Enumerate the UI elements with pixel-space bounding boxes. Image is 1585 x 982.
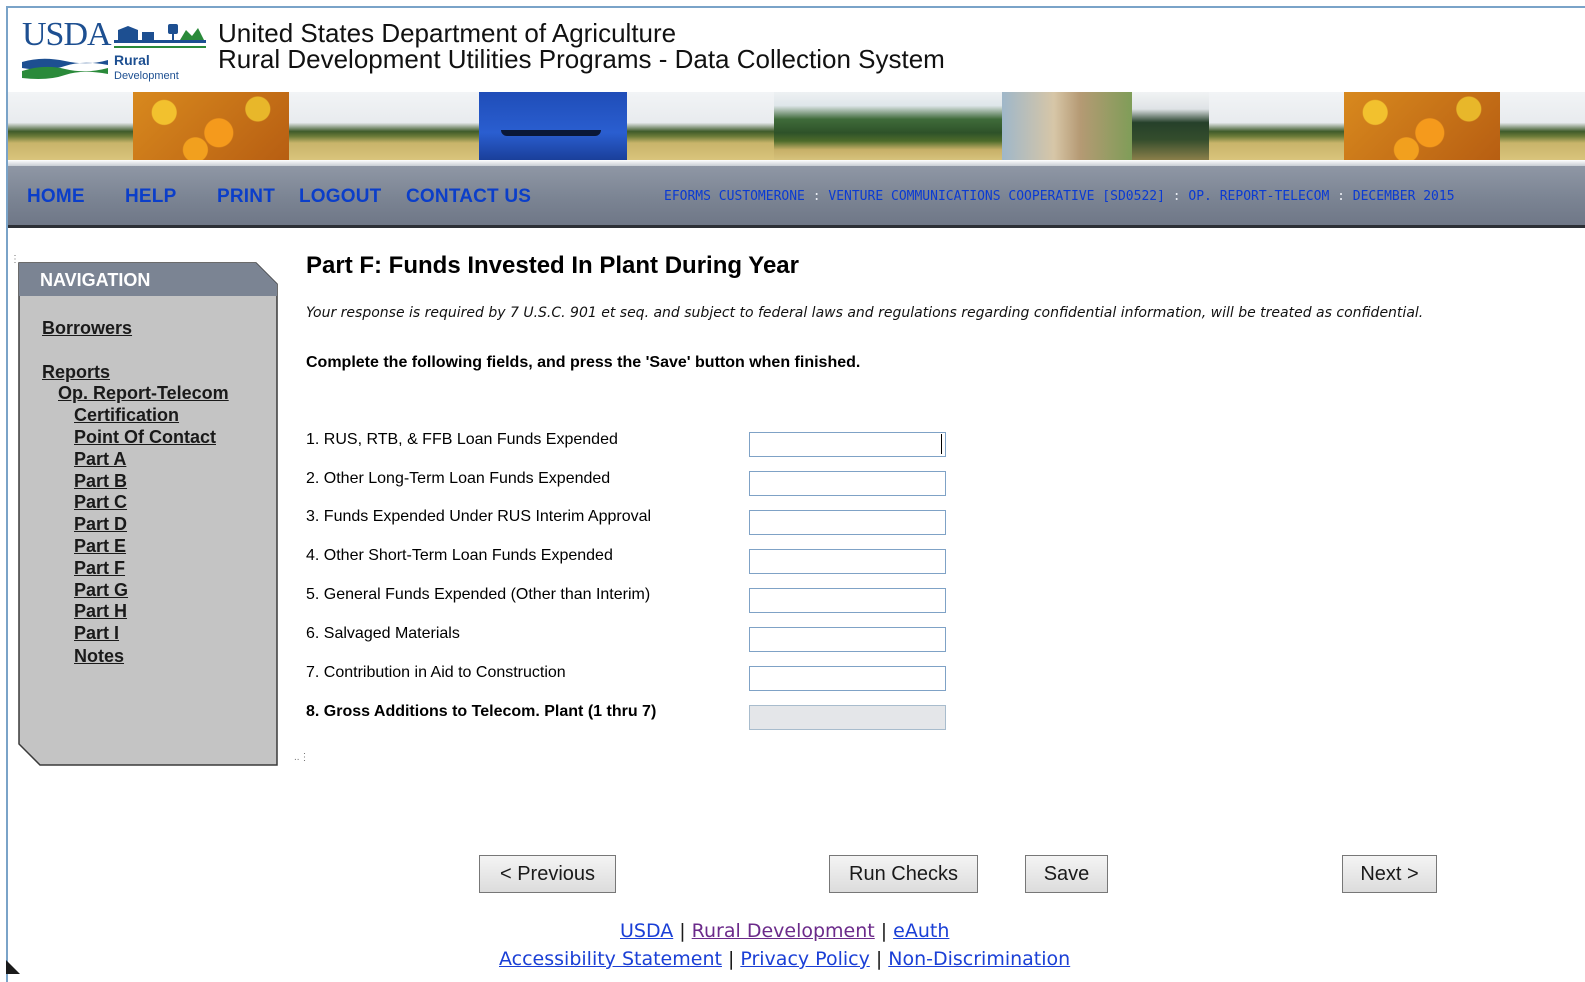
confidentiality-notice: Your response is required by 7 U.S.C. 90… [306, 305, 1424, 321]
sidebar-item-part-a[interactable]: Part A [74, 449, 126, 470]
nav-help-link[interactable]: HELP [125, 186, 176, 208]
sidebar-item-part-h[interactable]: Part H [74, 601, 127, 622]
footer-separator: | [727, 948, 735, 970]
page-title: Part F: Funds Invested In Plant During Y… [306, 252, 799, 279]
banner-photo-farmers [1002, 92, 1132, 160]
footer-usda-link[interactable]: USDA [620, 920, 673, 942]
logo-rural-text: Rural [114, 52, 150, 68]
sidebar-item-notes[interactable]: Notes [74, 646, 124, 667]
breadcrumb-separator: : [1172, 189, 1181, 204]
footer-accessibility-link[interactable]: Accessibility Statement [499, 948, 722, 970]
site-title: United States Department of Agriculture … [218, 20, 945, 72]
footer-separator: | [875, 948, 883, 970]
sidebar-item-part-i[interactable]: Part I [74, 623, 119, 644]
logo-usda-text: USDA [22, 16, 112, 53]
save-button[interactable]: Save [1025, 855, 1108, 893]
site-title-line-1: United States Department of Agriculture [218, 18, 677, 48]
footer-separator: | [880, 920, 888, 942]
gross-additions-total-field [749, 705, 946, 730]
breadcrumb-separator: : [812, 189, 821, 204]
contribution-aid-input[interactable] [749, 666, 946, 691]
sidebar-reports-link[interactable]: Reports [42, 362, 110, 383]
field-label-contribution-aid: 7. Contribution in Aid to Construction [306, 664, 566, 681]
breadcrumb-period[interactable]: DECEMBER 2015 [1353, 189, 1455, 204]
logo-development-text: Development [114, 70, 179, 82]
footer-links-primary: USDA | Rural Development | eAuth [620, 920, 949, 942]
nav-print-link[interactable]: PRINT [217, 186, 275, 208]
breadcrumb-report[interactable]: OP. REPORT-TELECOM [1188, 189, 1329, 204]
site-header: USDA Rural Development United States Dep… [8, 8, 1585, 92]
banner-photo-field [8, 92, 133, 160]
general-funds-input[interactable] [749, 588, 946, 613]
resize-handle[interactable]: ..⋮ [294, 752, 310, 763]
salvaged-materials-input[interactable] [749, 627, 946, 652]
breadcrumb-separator: : [1337, 189, 1345, 204]
field-label-salvaged-materials: 6. Salvaged Materials [306, 625, 460, 642]
sidebar-item-part-g[interactable]: Part G [74, 580, 128, 601]
sidebar-op-report-telecom-link[interactable]: Op. Report-Telecom [58, 383, 229, 404]
banner-photo-lake [479, 92, 627, 160]
sidebar-item-part-c[interactable]: Part C [74, 492, 127, 513]
run-checks-button[interactable]: Run Checks [829, 855, 978, 893]
photo-banner [8, 92, 1585, 160]
long-term-loan-funds-input[interactable] [749, 471, 946, 496]
breadcrumb-organization[interactable]: VENTURE COMMUNICATIONS COOPERATIVE [SD05… [828, 189, 1165, 204]
sidebar-item-part-f[interactable]: Part F [74, 558, 125, 579]
breadcrumb-user[interactable]: EFORMS CUSTOMERONE [664, 189, 805, 204]
sidebar-item-certification[interactable]: Certification [74, 405, 179, 426]
site-title-line-2: Rural Development Utilities Programs - D… [218, 44, 945, 74]
banner-photo-field [1500, 92, 1585, 160]
field-label-interim-approval-funds: 3. Funds Expended Under RUS Interim Appr… [306, 508, 652, 525]
banner-photo-fruit [1344, 92, 1500, 160]
footer-rural-development-link[interactable]: Rural Development [692, 920, 875, 942]
sidebar-item-point-of-contact[interactable]: Point Of Contact [74, 427, 216, 448]
banner-photo-fruit [133, 92, 289, 160]
field-label-short-term-loan-funds: 4. Other Short-Term Loan Funds Expended [306, 547, 613, 564]
sidebar-item-part-d[interactable]: Part D [74, 514, 127, 535]
sidebar-borrowers-link[interactable]: Borrowers [42, 318, 132, 339]
usda-waves-icon [22, 58, 108, 79]
next-button[interactable]: Next > [1342, 855, 1437, 893]
field-label-gross-additions: 8. Gross Additions to Telecom. Plant (1 … [306, 703, 657, 720]
sidebar-item-part-b[interactable]: Part B [74, 471, 127, 492]
previous-button[interactable]: < Previous [479, 855, 616, 893]
sidebar-item-part-e[interactable]: Part E [74, 536, 126, 557]
top-nav-bar: HOME HELP PRINT LOGOUT CONTACT US EFORMS… [8, 166, 1585, 228]
footer-eauth-link[interactable]: eAuth [893, 920, 949, 942]
nav-logout-link[interactable]: LOGOUT [299, 186, 381, 208]
footer-privacy-link[interactable]: Privacy Policy [740, 948, 869, 970]
navigation-panel: NAVIGATION Borrowers Reports Op. Report-… [18, 262, 278, 766]
text-cursor [941, 434, 942, 454]
nav-contact-us-link[interactable]: CONTACT US [406, 186, 531, 208]
nav-home-link[interactable]: HOME [27, 186, 85, 208]
breadcrumb: EFORMS CUSTOMERONE : VENTURE COMMUNICATI… [664, 189, 1455, 204]
footer-non-discrimination-link[interactable]: Non-Discrimination [888, 948, 1070, 970]
navigation-title: NAVIGATION [40, 270, 151, 290]
interim-approval-funds-input[interactable] [749, 510, 946, 535]
banner-photo-mountain [774, 92, 1002, 160]
window-corner [6, 960, 20, 974]
rus-loan-funds-input[interactable] [749, 432, 946, 457]
form-instruction: Complete the following fields, and press… [306, 354, 861, 371]
banner-photo-field [1209, 92, 1344, 160]
field-label-rus-loan-funds: 1. RUS, RTB, & FFB Loan Funds Expended [306, 431, 618, 448]
footer-separator: | [679, 920, 686, 942]
banner-photo-field [627, 92, 774, 160]
water-tower-icon [114, 24, 206, 48]
footer-links-secondary: Accessibility Statement | Privacy Policy | N… [499, 948, 1070, 970]
short-term-loan-funds-input[interactable] [749, 549, 946, 574]
field-label-general-funds: 5. General Funds Expended (Other than In… [306, 586, 651, 603]
usda-rural-development-logo[interactable]: USDA Rural Development [18, 14, 208, 86]
field-label-long-term-loan-funds: 2. Other Long-Term Loan Funds Expended [306, 470, 611, 487]
banner-photo-field [289, 92, 479, 160]
banner-photo-trees [1132, 92, 1209, 160]
